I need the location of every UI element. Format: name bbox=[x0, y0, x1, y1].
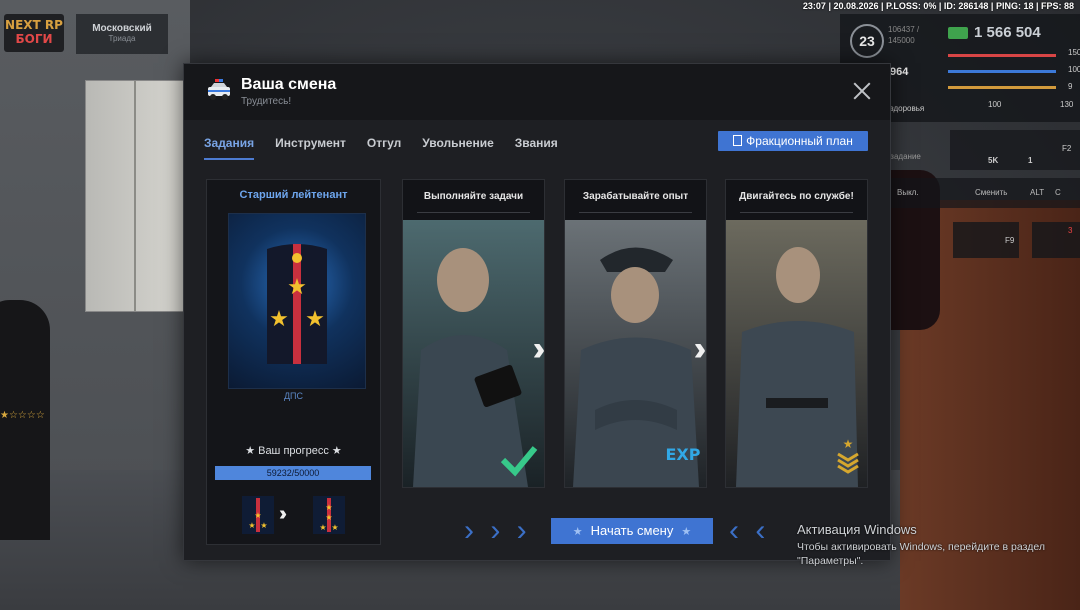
calendar-icon[interactable]: F9 bbox=[953, 222, 1019, 258]
locker bbox=[85, 80, 187, 312]
step-card-experience: Зарабатывайте опыт EXP bbox=[564, 179, 707, 488]
department-label: ДПС bbox=[283, 391, 304, 401]
star-icon: ★ bbox=[681, 526, 692, 538]
tab-ranks[interactable]: Звания bbox=[515, 136, 558, 160]
xp-counter: 106437 /145000 bbox=[888, 25, 920, 45]
armor-value: 100 bbox=[1068, 65, 1080, 74]
svg-text:★: ★ bbox=[325, 503, 332, 512]
windows-activation-watermark: Активация Windows Чтобы активировать Win… bbox=[797, 522, 1045, 567]
svg-text:★: ★ bbox=[319, 523, 326, 532]
decorative-arrows: ‹ ‹ bbox=[729, 514, 770, 547]
health-bar bbox=[948, 54, 1056, 57]
stat-value: 964 bbox=[890, 66, 909, 78]
svg-text:★: ★ bbox=[260, 521, 267, 530]
faction-plan-button[interactable]: Фракционный план bbox=[718, 131, 868, 151]
hunger-value: 9 bbox=[1068, 82, 1073, 91]
step-card-tasks: Выполняйте задачи bbox=[402, 179, 545, 488]
officer-with-cap-image: EXP bbox=[565, 220, 706, 487]
shift-window: Ваша смена Трудитесь! Задания Инструмент… bbox=[183, 63, 891, 561]
police-car-icon bbox=[208, 79, 230, 100]
officer-with-tablet-image bbox=[403, 220, 544, 487]
tab-day-off[interactable]: Отгул bbox=[367, 136, 401, 160]
svg-text:★: ★ bbox=[287, 275, 307, 300]
window-subtitle: Трудитесь! bbox=[241, 96, 292, 107]
hunger-bar bbox=[948, 86, 1056, 89]
exp-badge-icon: EXP bbox=[666, 445, 701, 464]
start-shift-button[interactable]: ★ Начать смену ★ bbox=[551, 518, 713, 544]
close-button[interactable] bbox=[852, 81, 872, 101]
window-header: Ваша смена Трудитесь! bbox=[184, 64, 890, 120]
progress-value: 59232/50000 bbox=[266, 468, 320, 478]
status-bar: 23:07 | 20.08.2026 | P.LOSS: 0% | ID: 28… bbox=[802, 1, 1074, 11]
tab-dismissal[interactable]: Увольнение bbox=[422, 136, 493, 160]
bonus-panel: 5K 1 F2 bbox=[950, 130, 1080, 170]
step-title: Выполняйте задачи bbox=[423, 191, 524, 202]
server-logo: NEXT RP БОГИ bbox=[4, 14, 64, 52]
svg-text:★: ★ bbox=[269, 307, 289, 332]
tab-bar: Задания Инструмент Отгул Увольнение Зван… bbox=[204, 136, 579, 160]
officer-standing-image: ★ bbox=[726, 220, 867, 487]
svg-text:★: ★ bbox=[325, 513, 332, 522]
svg-text:★: ★ bbox=[305, 307, 325, 332]
tab-tasks[interactable]: Задания bbox=[204, 136, 255, 160]
step-card-promotion: Двигайтесь по службе! ★ bbox=[725, 179, 868, 488]
district-badge: Московский Триада bbox=[76, 14, 168, 54]
level-indicator: 23 bbox=[850, 24, 884, 58]
svg-text:★: ★ bbox=[331, 523, 338, 532]
window-title: Ваша смена bbox=[241, 76, 337, 93]
svg-text:★: ★ bbox=[843, 437, 854, 451]
tab-tools[interactable]: Инструмент bbox=[275, 136, 346, 160]
rank-insignia: ★ ★ ★ bbox=[228, 213, 366, 389]
wanted-stars: ★☆☆☆☆ bbox=[0, 410, 45, 421]
progress-bar: 59232/50000 bbox=[215, 466, 371, 480]
shoulder-board-icon: ★ ★ ★ bbox=[267, 244, 327, 364]
stat-value: 100 bbox=[988, 100, 1002, 109]
step-title: Двигайтесь по службе! bbox=[739, 191, 854, 202]
money-display: 1 566 504 bbox=[948, 24, 1041, 41]
svg-text:★: ★ bbox=[254, 511, 261, 520]
progress-label: ★ Ваш прогресс ★ bbox=[245, 445, 342, 457]
next-rank-icon: ★ ★ ★ ★ bbox=[313, 496, 345, 534]
current-rank-icon: ★ ★ ★ bbox=[242, 496, 274, 534]
rank-title: Старший лейтенант bbox=[239, 189, 348, 201]
stat-value: 130 bbox=[1060, 100, 1074, 109]
decorative-arrows: › › › bbox=[464, 514, 531, 547]
notification-bell-icon[interactable]: 3 bbox=[1032, 222, 1080, 258]
step-title: Зарабатывайте опыт bbox=[582, 191, 689, 202]
rank-card: Старший лейтенант ★ ★ ★ ДПС ★ Ваш прогре… bbox=[206, 179, 381, 545]
svg-text:★: ★ bbox=[248, 521, 255, 530]
cash-icon bbox=[948, 27, 968, 40]
chevron-right-icon: ››› bbox=[279, 503, 287, 525]
armor-bar bbox=[948, 70, 1056, 73]
health-value: 150 bbox=[1068, 48, 1080, 57]
star-icon: ★ bbox=[572, 526, 583, 538]
health-label: здоровья bbox=[890, 104, 925, 113]
document-icon bbox=[733, 135, 743, 146]
